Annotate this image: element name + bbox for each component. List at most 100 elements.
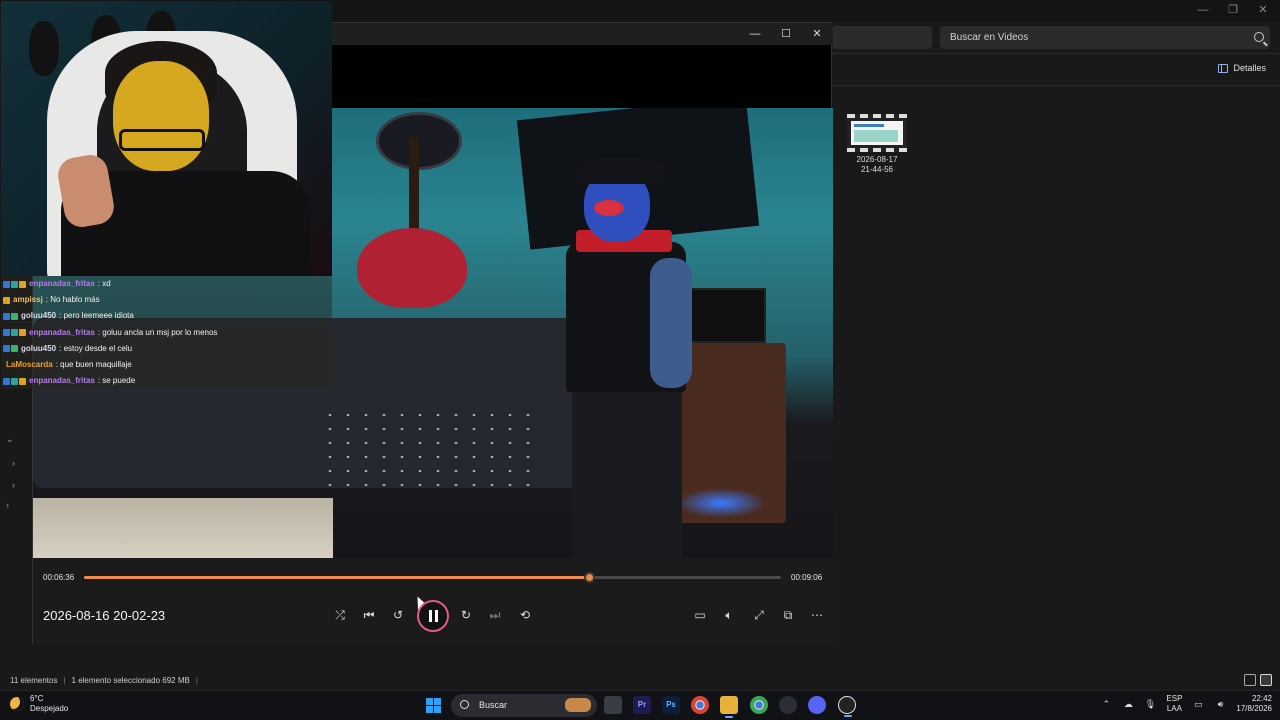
chat-message: enpanadas_fritas: goluu ancla un msj por…: [1, 324, 332, 341]
chevron-right-icon[interactable]: ›: [6, 500, 9, 510]
details-view-icon[interactable]: [1244, 674, 1256, 686]
rewind-10-icon[interactable]: ↺: [387, 604, 409, 626]
guitar: [357, 228, 467, 308]
chat-username: enpanadas_fritas: [29, 376, 95, 386]
selection-info: 1 elemento seleccionado 692 MB: [71, 676, 190, 685]
chat-overlay: enpanadas_fritas: xd ampissj: No hablo má…: [1, 276, 332, 391]
volume-icon[interactable]: 🔊︎: [1214, 698, 1226, 710]
glasses: [119, 129, 205, 151]
tiles-view-icon[interactable]: [1260, 674, 1272, 686]
subtitles-icon[interactable]: ▭: [689, 604, 711, 626]
chrome-icon[interactable]: [691, 696, 709, 714]
taskbar-search[interactable]: Buscar: [451, 694, 597, 717]
user-badges: [3, 312, 18, 320]
close-icon[interactable]: ✕: [807, 26, 827, 42]
shuffle-icon[interactable]: ⤮: [329, 604, 351, 626]
volume-icon[interactable]: 🔈︎: [718, 604, 740, 626]
search-highlight-icon: [565, 698, 591, 712]
badge-icon: [11, 280, 18, 288]
search-placeholder: Buscar en Videos: [950, 32, 1029, 43]
chat-message: goluu450: pero leemeee idiota: [1, 308, 332, 325]
minimize-icon[interactable]: —: [745, 26, 765, 42]
system-tray: ⌃ ☁ 🎙︎ ESP LAA ▭ 🔊︎ 22:42 17/8/2026: [1100, 694, 1272, 714]
file-explorer-icon[interactable]: [720, 696, 738, 718]
view-toggles: [1244, 674, 1272, 686]
divider: [832, 85, 1280, 86]
microphone-icon[interactable]: 🎙︎: [1144, 698, 1156, 710]
media-player-icon[interactable]: [838, 696, 856, 717]
chat-message: enpanadas_fritas: xd: [1, 276, 332, 292]
more-options-icon[interactable]: ⋯: [806, 604, 828, 626]
mini-player-icon[interactable]: ⧉: [777, 604, 799, 626]
badge-icon: [3, 345, 10, 353]
divider: [832, 53, 1280, 54]
chat-username: goluu450: [21, 343, 57, 353]
maximize-icon[interactable]: ☐: [776, 26, 796, 42]
discord-icon[interactable]: [808, 696, 826, 714]
chat-username: ampissj: [13, 295, 43, 305]
previous-icon[interactable]: ⏮: [358, 604, 380, 626]
premiere-pro-icon[interactable]: Pr: [633, 696, 651, 714]
chrome-profile-icon[interactable]: [750, 696, 768, 714]
seek-bar-progress: [84, 576, 590, 579]
details-button[interactable]: Detalles: [1218, 63, 1266, 73]
desktop: — ❐ ✕ Buscar en Videos Detalles 2026-08-…: [0, 0, 1280, 720]
close-icon[interactable]: ✕: [1248, 2, 1278, 18]
gaming-chair-lower: [33, 498, 333, 558]
weather-widget[interactable]: 6°C Despejado: [10, 694, 68, 714]
weather-condition: Despejado: [30, 704, 69, 713]
chevron-up-icon[interactable]: ⌃: [1100, 698, 1112, 710]
chevron-down-icon[interactable]: ⌄: [6, 434, 14, 445]
repeat-off-icon[interactable]: ⟲: [514, 604, 536, 626]
elapsed-time: 00:06:36: [43, 573, 75, 582]
chevron-right-icon[interactable]: ›: [12, 458, 15, 468]
chat-message: goluu450: estoy desde el celu: [1, 340, 332, 357]
temperature: 6°C: [30, 694, 44, 703]
fullscreen-icon[interactable]: ⤢: [748, 604, 770, 626]
badge-icon: [11, 377, 18, 385]
start-button[interactable]: [426, 698, 441, 713]
photoshop-icon[interactable]: Ps: [662, 696, 680, 714]
details-pane-icon: [1218, 63, 1229, 73]
network-icon[interactable]: ▭: [1192, 698, 1204, 710]
chat-username: goluu450: [21, 311, 57, 321]
status-bar: 11 elementos | 1 elemento seleccionado 6…: [0, 672, 1280, 690]
seek-bar[interactable]: [84, 572, 781, 583]
item-count: 11 elementos: [10, 676, 58, 685]
search-icon[interactable]: [1254, 32, 1264, 42]
badge-icon: [19, 377, 26, 385]
chat-text: : que buen maquillaje: [55, 360, 132, 369]
player-controls: 00:06:36 00:09:06 2026-08-16 20-02-23 ⤮ …: [33, 558, 833, 645]
badge-icon: [3, 312, 10, 320]
video-scene: [33, 108, 833, 558]
badge-icon: [3, 377, 10, 385]
address-bar[interactable]: [832, 26, 932, 49]
user-badges: [3, 377, 26, 385]
app-icon[interactable]: [779, 696, 797, 714]
wall-clock: [376, 112, 462, 170]
chat-username: enpanadas_fritas: [29, 327, 95, 337]
language-indicator[interactable]: ESP LAA: [1166, 694, 1182, 714]
chat-message: enpanadas_fritas: se puede: [1, 373, 332, 390]
clock[interactable]: 22:42 17/8/2026: [1236, 694, 1272, 714]
navigation-pane: ⌄ › › ›: [6, 430, 32, 520]
chevron-right-icon[interactable]: ›: [12, 480, 15, 490]
minimize-icon[interactable]: —: [1188, 2, 1218, 18]
task-view-icon[interactable]: [604, 696, 622, 714]
chat-message: LaMoscarda: que buen maquillaje: [1, 357, 332, 373]
pause-button[interactable]: [417, 600, 449, 632]
badge-icon: [11, 312, 18, 320]
badge-icon: [3, 329, 10, 337]
video-file-item[interactable]: 2026-08-17 21-44-56: [845, 114, 909, 175]
chat-text: : estoy desde el celu: [59, 343, 133, 353]
user-badges: [3, 345, 18, 353]
next-icon[interactable]: ⏭: [484, 604, 506, 626]
restore-icon[interactable]: ❐: [1218, 2, 1248, 18]
badge-icon: [3, 296, 10, 304]
badge-icon: [19, 329, 26, 337]
forward-30-icon[interactable]: ↻: [455, 604, 477, 626]
search-input[interactable]: Buscar en Videos: [940, 26, 1270, 49]
onedrive-icon[interactable]: ☁: [1122, 698, 1134, 710]
seek-bar-thumb[interactable]: [584, 572, 596, 583]
explorer-toolbar: Detalles: [832, 55, 1280, 85]
